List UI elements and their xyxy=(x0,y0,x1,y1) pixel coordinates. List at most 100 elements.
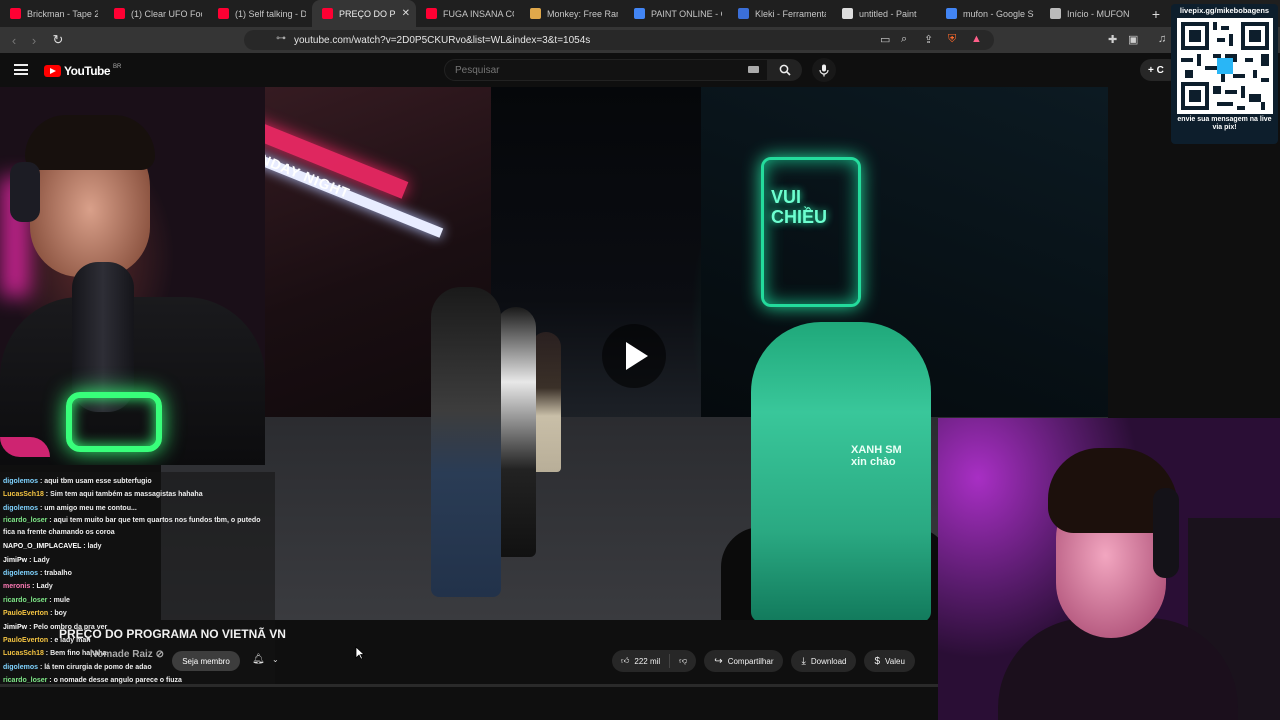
country-code: BR xyxy=(113,64,122,70)
search-button[interactable] xyxy=(768,59,802,81)
share-icon[interactable]: ⇪ xyxy=(924,33,933,46)
media-icon[interactable]: ♫ xyxy=(1158,33,1166,45)
url-text: youtube.com/watch?v=2D0P5CKURvo&list=WL&… xyxy=(294,34,591,46)
keyboard-icon[interactable] xyxy=(748,66,759,73)
mouse-cursor-icon xyxy=(355,646,365,660)
cam-hair xyxy=(25,115,155,170)
streamer-webcam-right xyxy=(938,418,1280,720)
chat-text: : Lady xyxy=(30,583,53,591)
browser-tab[interactable]: FUGA INSANA COM xyxy=(416,0,520,27)
site-info-icon[interactable]: ⊶ xyxy=(276,33,286,44)
like-count: 222 mil xyxy=(634,656,661,666)
download-button[interactable]: ⤓ Download xyxy=(791,650,857,672)
browser-tab[interactable]: Brickman - Tape 2 - xyxy=(0,0,104,27)
browser-toolbar: ‹ › ↻ ☐ ⊶ youtube.com/watch?v=2D0P5CKURv… xyxy=(0,27,1280,53)
video-actions: 👍︎ 222 mil 👎︎ ↪ Compartilhar ⤓ Download … xyxy=(612,650,915,672)
browser-tab[interactable]: Kleki - Ferramenta xyxy=(728,0,832,27)
tab-title: (1) Clear UFO Foota xyxy=(131,8,202,19)
video-scene-pedestrian xyxy=(496,307,536,557)
video-rider-jacket-text: XANH SM xin chào xyxy=(851,444,902,468)
like-button[interactable]: 👍︎ 222 mil xyxy=(612,650,669,672)
sidebar-icon[interactable]: ▣ xyxy=(1128,33,1138,46)
youtube-logo[interactable]: YouTube BR xyxy=(44,64,121,78)
donation-qr-overlay: livepix.gg/mikebobagens envie sua mensag… xyxy=(1171,4,1278,144)
tab-title: Monkey: Free Rand xyxy=(547,8,618,19)
browser-tab[interactable]: (1) Self talking - De xyxy=(208,0,312,27)
chat-message: PauloEverton : boy xyxy=(3,607,272,620)
menu-icon[interactable] xyxy=(14,64,28,75)
video-scene-rider xyxy=(751,322,931,620)
chat-message: LucasSch18 : Sim tem aqui também as mass… xyxy=(3,488,272,501)
channel-name[interactable]: Nomade Raiz ⊘ xyxy=(90,649,164,660)
tab-title: Brickman - Tape 2 - xyxy=(27,8,98,19)
voice-search-button[interactable] xyxy=(812,58,836,82)
chat-message: digolemos : aqui tbm usam esse subterfug… xyxy=(3,475,272,488)
thumbs-up-icon: 👍︎ xyxy=(621,656,630,665)
new-tab-button[interactable]: + xyxy=(1144,0,1168,27)
chat-username: digolemos xyxy=(3,478,39,485)
share-button[interactable]: ↪ Compartilhar xyxy=(704,650,784,672)
chat-message: digolemos : um amigo meu me contou... xyxy=(3,502,272,515)
video-scene-neon-green xyxy=(761,157,861,307)
chat-text: : trabalho xyxy=(38,570,72,578)
play-button[interactable] xyxy=(602,324,666,388)
tab-favicon-icon xyxy=(634,8,645,19)
download-label: Download xyxy=(810,656,847,666)
browser-tab[interactable]: Monkey: Free Rand xyxy=(520,0,624,27)
browser-tab[interactable]: mufon - Google Se xyxy=(936,0,1040,27)
youtube-play-icon xyxy=(44,65,61,77)
dislike-button[interactable]: 👎︎ xyxy=(670,650,696,672)
chat-text: : boy xyxy=(48,610,67,618)
chat-username: LucasSch18 xyxy=(3,491,44,499)
video-scene-pedestrian xyxy=(431,287,501,597)
join-button[interactable]: Seja membro xyxy=(172,651,240,671)
browser-tab[interactable]: Início - MUFON xyxy=(1040,0,1144,27)
bell-icon[interactable]: 🔔︎ xyxy=(252,654,265,665)
browser-tab[interactable]: (1) Clear UFO Foota xyxy=(104,0,208,27)
back-icon[interactable]: ‹ xyxy=(4,33,24,48)
search-input[interactable] xyxy=(444,59,768,81)
tab-title: mufon - Google Se xyxy=(963,8,1034,19)
chat-username: PauloEverton xyxy=(3,637,49,645)
qr-url: livepix.gg/mikebobagens xyxy=(1179,6,1270,15)
brave-shield-icon[interactable]: ⛨ xyxy=(948,33,956,46)
mic-icon xyxy=(819,64,829,76)
chat-message: JimiPw : Lady xyxy=(3,554,272,567)
chat-message: ricardo_loser : aqui tem muito bar que t… xyxy=(3,515,272,539)
chat-text: : mule xyxy=(47,596,70,604)
extensions-icon[interactable]: ✚ xyxy=(1108,33,1117,46)
forward-icon[interactable]: › xyxy=(24,33,44,48)
chat-username: NAPO_O_IMPLACAVEL xyxy=(3,543,82,551)
qr-code-pattern xyxy=(1176,18,1273,114)
page-scroll-divider xyxy=(0,684,940,687)
chat-text: : Sim tem aqui também as massagistas hah… xyxy=(43,491,203,499)
chat-text: : Lady xyxy=(27,556,50,564)
chat-username: LucasSch18 xyxy=(3,650,44,658)
tab-close-icon[interactable]: ✕ xyxy=(402,8,410,19)
chat-username: digolemos xyxy=(3,663,39,671)
streamer-webcam-left xyxy=(0,87,265,465)
tab-favicon-icon xyxy=(322,8,333,19)
zoom-icon[interactable]: ⌕ xyxy=(901,33,907,46)
cam-headset xyxy=(1153,488,1179,578)
browser-tab[interactable]: untitled - Paint xyxy=(832,0,936,27)
cast-icon[interactable]: ▭ xyxy=(880,33,890,46)
youtube-wordmark: YouTube xyxy=(64,64,111,78)
chat-username: ricardo_loser xyxy=(3,596,48,604)
share-label: Compartilhar xyxy=(727,656,774,666)
tab-title: PAINT ONLINE - Go xyxy=(651,8,722,19)
thanks-button[interactable]: $ Valeu xyxy=(864,650,915,672)
rewards-icon[interactable]: ▲ xyxy=(971,33,982,45)
chat-username: JimiPw xyxy=(3,556,28,564)
chevron-down-icon[interactable]: ⌄ xyxy=(272,655,279,664)
browser-tab[interactable]: PAINT ONLINE - Go xyxy=(624,0,728,27)
thumbs-down-icon: 👎︎ xyxy=(679,656,688,665)
browser-tab[interactable]: PREÇO DO P ✕ xyxy=(312,0,416,27)
screen: Brickman - Tape 2 - (1) Clear UFO Foota (1… xyxy=(0,0,1280,720)
chat-username: JimiPw xyxy=(3,623,28,631)
thanks-label: Valeu xyxy=(885,656,905,666)
cam-mic-light xyxy=(66,392,162,452)
chat-username: ricardo_loser xyxy=(3,517,48,525)
reload-icon[interactable]: ↻ xyxy=(48,32,68,48)
chat-message: digolemos : trabalho xyxy=(3,567,272,580)
